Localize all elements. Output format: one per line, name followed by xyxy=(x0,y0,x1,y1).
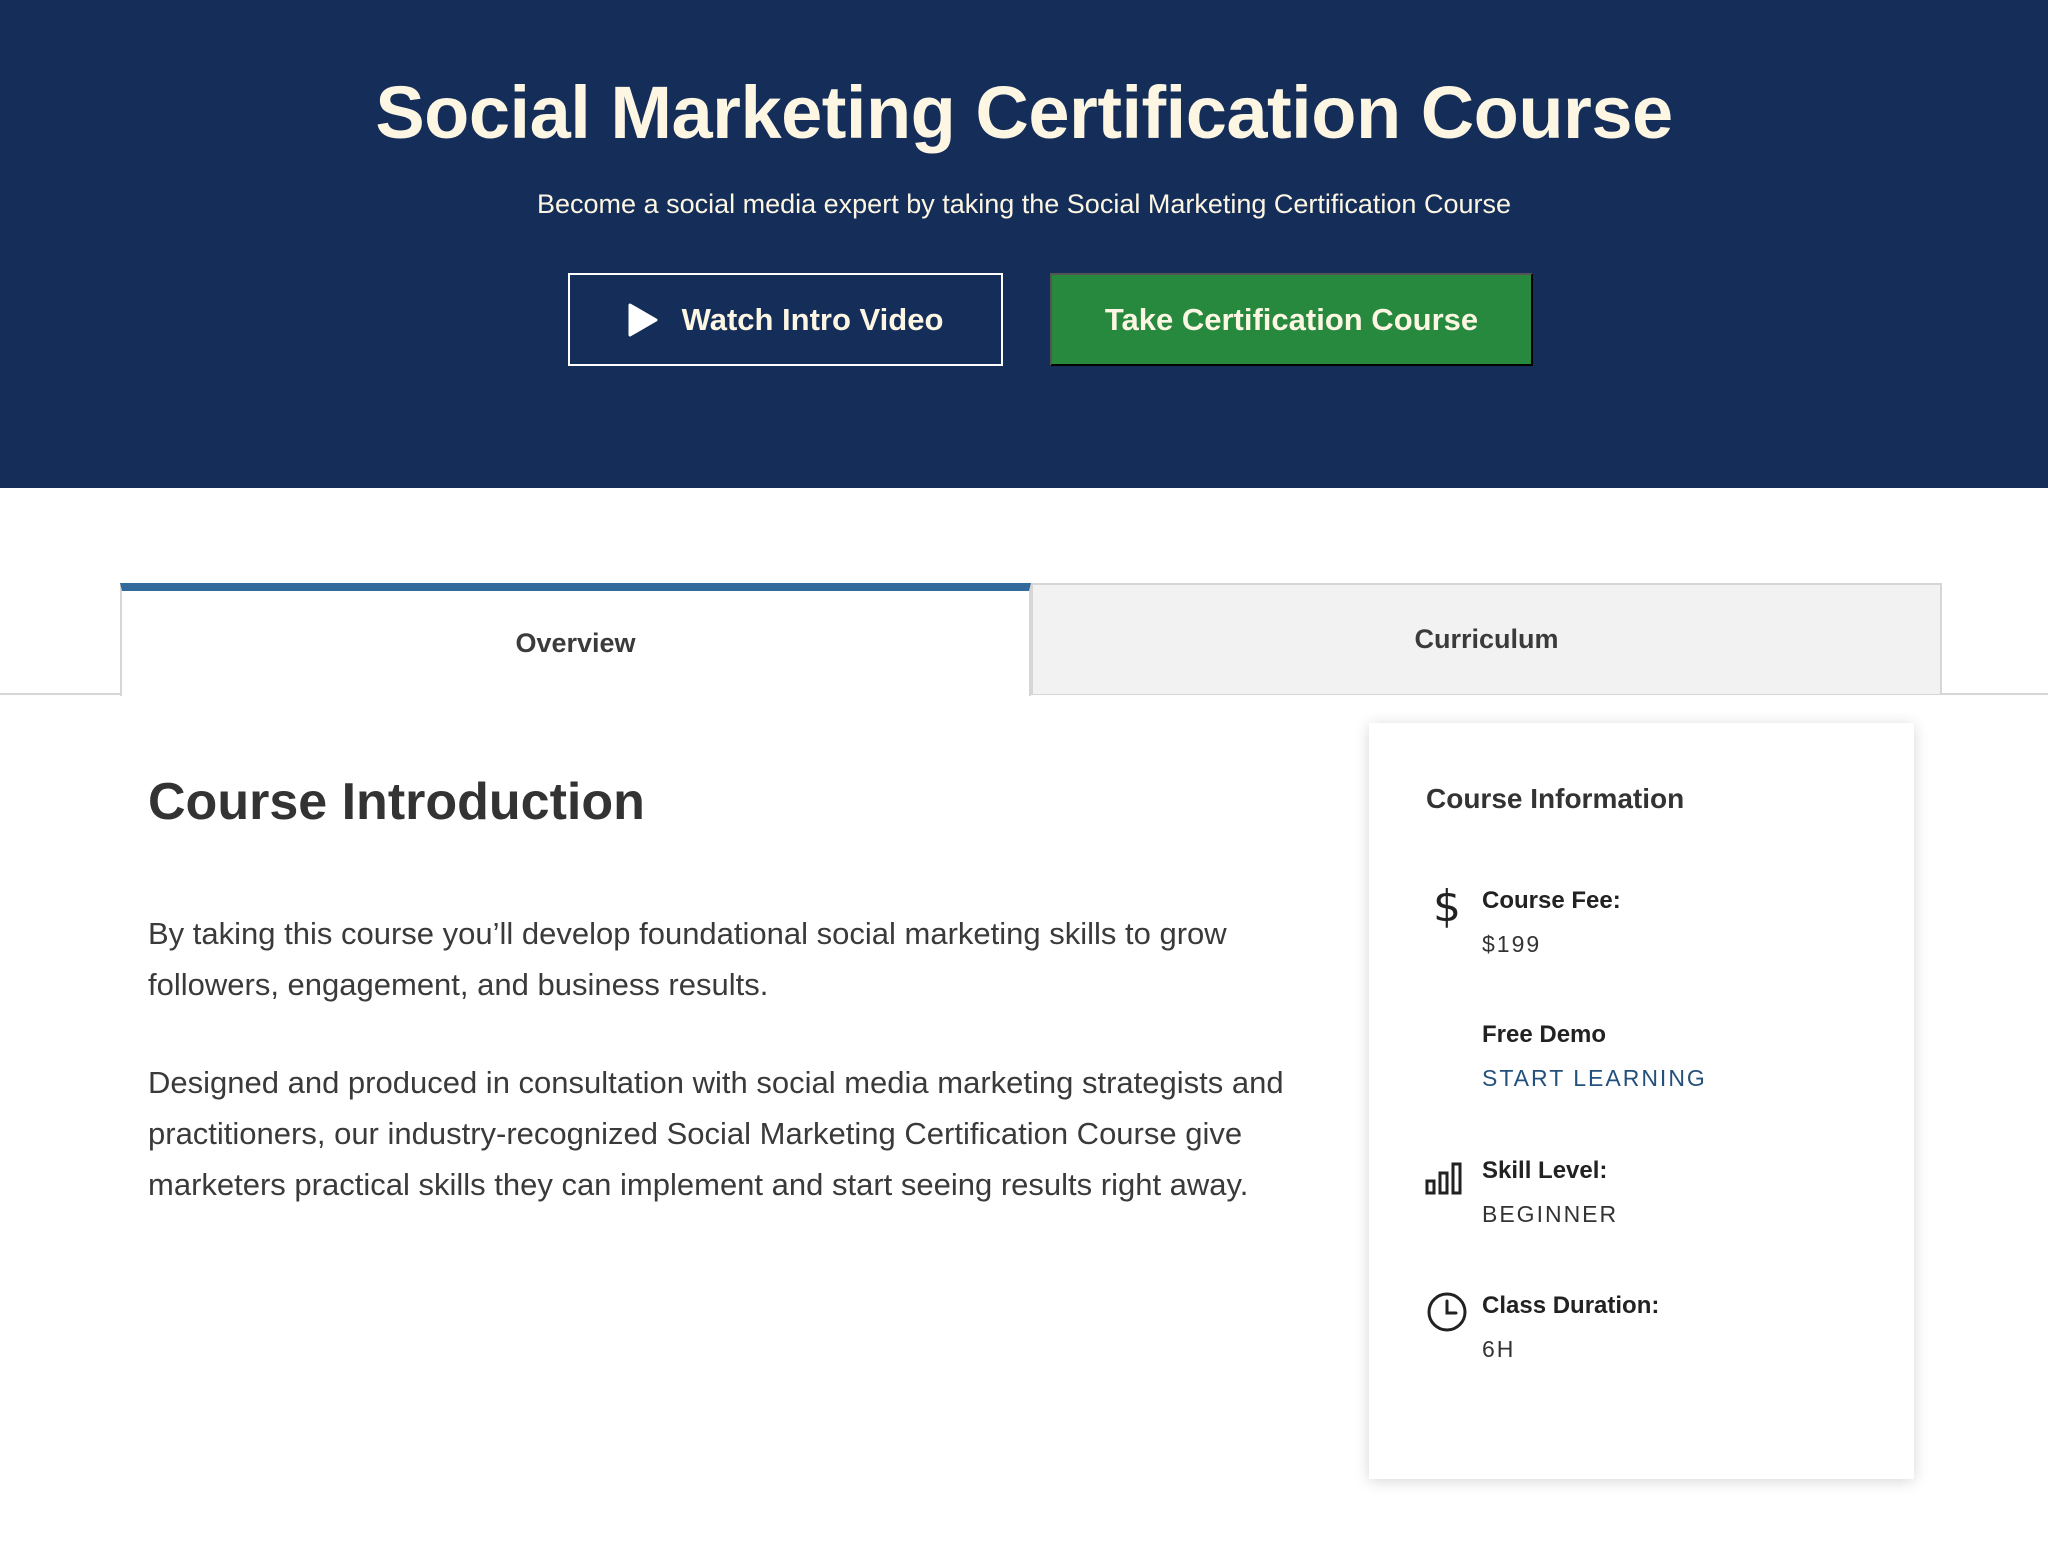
class-duration-label: Class Duration: xyxy=(1482,1292,1660,1319)
skill-level-label: Skill Level: xyxy=(1482,1157,1608,1184)
class-duration-value: 6H xyxy=(1482,1336,1516,1362)
tab-overview[interactable]: Overview xyxy=(120,583,1031,696)
tab-curriculum-label: Curriculum xyxy=(1414,624,1559,654)
tab-curriculum[interactable]: Curriculum xyxy=(1031,583,1942,694)
take-certification-course-label: Take Certification Course xyxy=(1104,301,1479,337)
play-icon xyxy=(628,303,658,337)
watch-intro-video-label: Watch Intro Video xyxy=(681,301,944,337)
hero-subtitle: Become a social media expert by taking t… xyxy=(537,189,1511,219)
course-fee-label: Course Fee: xyxy=(1482,887,1621,914)
course-fee-value: $199 xyxy=(1482,931,1542,957)
skill-level-value: BEGINNER xyxy=(1482,1201,1619,1227)
course-introduction-heading: Course Introduction xyxy=(148,773,645,831)
start-learning-link[interactable]: START LEARNING xyxy=(1482,1065,1707,1092)
dollar-icon: $ xyxy=(1433,881,1461,932)
take-certification-course-button[interactable]: Take Certification Course xyxy=(1050,273,1533,366)
intro-paragraph-1: By taking this course you’ll develop fou… xyxy=(148,916,1227,1002)
hero-banner: Social Marketing Certification Course Be… xyxy=(0,0,2048,488)
page-title: Social Marketing Certification Course xyxy=(375,71,1673,154)
bar-chart-icon xyxy=(1425,1155,1469,1199)
course-information-card: Course Information $ Course Fee: $199 Fr… xyxy=(1369,723,1914,1479)
clock-icon xyxy=(1425,1290,1469,1334)
watch-intro-video-button[interactable]: Watch Intro Video xyxy=(568,273,1003,366)
tab-overview-label: Overview xyxy=(515,628,636,658)
course-information-title: Course Information xyxy=(1426,783,1685,814)
intro-paragraph-2: Designed and produced in consultation wi… xyxy=(148,1065,1284,1202)
free-demo-label: Free Demo xyxy=(1482,1021,1607,1048)
